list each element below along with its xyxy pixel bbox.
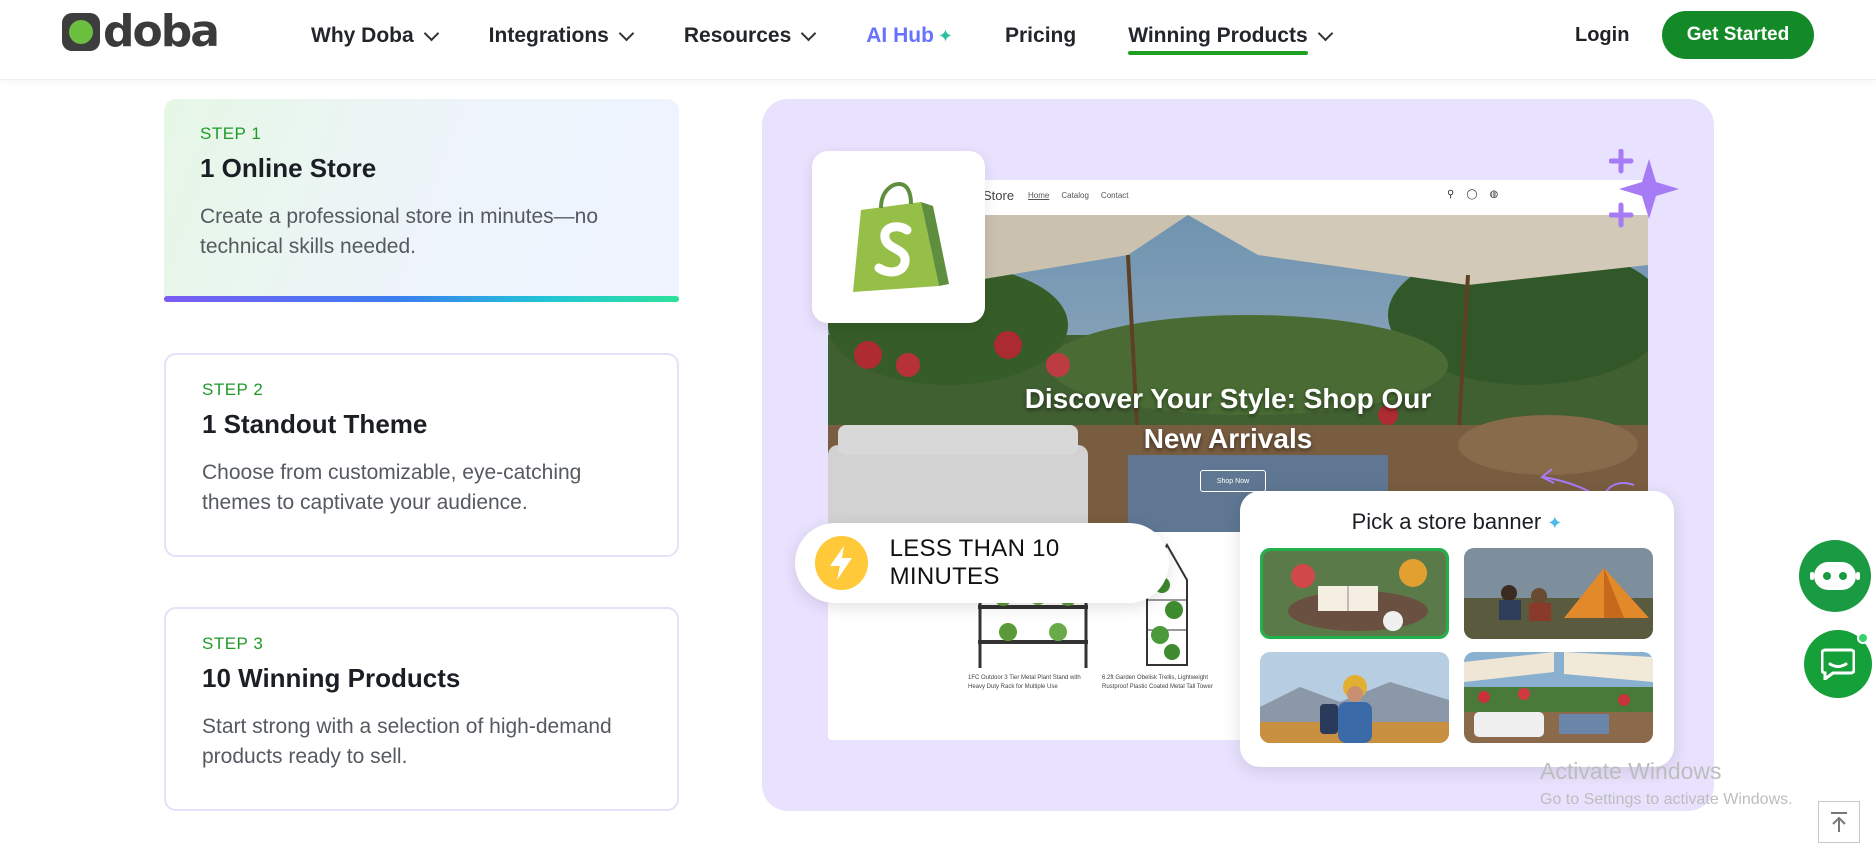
site-header: doba Why Doba Integrations Resources AI … xyxy=(0,0,1876,80)
banner-option-hiker[interactable] xyxy=(1260,652,1449,743)
shopify-logo-tile xyxy=(812,151,985,323)
step-description: Create a professional store in minutes—n… xyxy=(200,205,599,258)
chevron-down-icon xyxy=(1317,25,1333,41)
time-estimate-pill: LESS THAN 10 MINUTES xyxy=(795,523,1169,603)
logo-text: doba xyxy=(103,6,220,57)
arrow-up-icon xyxy=(1831,812,1847,832)
sparkle-icon xyxy=(1609,149,1679,228)
chevron-down-icon xyxy=(618,25,635,41)
back-to-top-button[interactable] xyxy=(1818,801,1860,843)
product-caption: 1FC Outdoor 3 Tier Metal Plant Stand wit… xyxy=(968,675,1081,690)
step-label: STEP 1 xyxy=(200,124,262,143)
shop-now-button: Shop Now xyxy=(1200,470,1266,492)
nav-why-doba[interactable]: Why Doba xyxy=(311,24,439,48)
robot-icon xyxy=(1810,562,1860,590)
nav-pricing[interactable]: Pricing xyxy=(1005,24,1076,48)
step-label: STEP 3 xyxy=(202,634,264,653)
step-card-2[interactable]: STEP 2 1 Standout Theme Choose from cust… xyxy=(164,353,679,557)
nav-pricing-label: Pricing xyxy=(1005,24,1077,47)
nav-integrations-label: Integrations xyxy=(488,24,609,47)
nav-integrations[interactable]: Integrations xyxy=(488,24,635,48)
ai-assistant-button[interactable] xyxy=(1799,540,1871,612)
banner-picker-title: Pick a store banner ✦ xyxy=(1240,509,1674,535)
step-card-1[interactable]: STEP 1 1 Online Store Create a professio… xyxy=(164,99,679,302)
search-icon: ⚲ xyxy=(1447,189,1455,200)
nav-ai-hub-label: AI Hub xyxy=(866,24,934,47)
step-title: 10 Winning Products xyxy=(202,663,461,693)
mock-nav-home: Home xyxy=(1028,191,1050,200)
step-card-3[interactable]: STEP 3 10 Winning Products Start strong … xyxy=(164,607,679,811)
active-nav-underline xyxy=(1128,51,1309,55)
login-link[interactable]: Login xyxy=(1575,24,1629,47)
main-nav: Why Doba Integrations Resources AI Hub ✦ … xyxy=(311,22,1383,55)
step-description: Choose from customizable, eye-catching t… xyxy=(202,461,582,514)
banner-picker-card: Pick a store banner ✦ xyxy=(1240,491,1674,767)
chat-icon xyxy=(1821,648,1855,680)
product-caption: 6.2ft Garden Obelisk Trellis, Lightweigh… xyxy=(1102,675,1213,690)
banner-option-patio[interactable] xyxy=(1464,652,1653,743)
time-estimate-text: LESS THAN 10 MINUTES xyxy=(889,535,1060,590)
doba-logo-mark-icon xyxy=(62,13,100,51)
doba-logo[interactable]: doba xyxy=(62,6,220,57)
store-builder-showcase: Store Home Catalog Contact ⚲ ◯ ◍ Discove… xyxy=(762,99,1714,811)
sparkle-icon: ✦ xyxy=(1547,513,1563,533)
sparkle-icon: ✦ xyxy=(937,25,953,46)
mock-store-name: Store xyxy=(983,188,1015,203)
get-started-button[interactable]: Get Started xyxy=(1662,11,1814,59)
step-title: 1 Standout Theme xyxy=(202,409,428,439)
watermark-line-2: Go to Settings to activate Windows. xyxy=(1540,791,1793,808)
banner-option-camping[interactable] xyxy=(1464,548,1653,639)
watermark-line-1: Activate Windows xyxy=(1540,758,1722,784)
online-status-dot xyxy=(1857,632,1869,644)
active-step-progress-bar xyxy=(164,296,679,302)
nav-resources-label: Resources xyxy=(683,24,792,47)
mock-nav-icons: ⚲ ◯ ◍ xyxy=(1447,189,1510,200)
cart-icon: ◍ xyxy=(1489,189,1499,200)
lightning-bolt-icon xyxy=(815,536,868,590)
nav-resources[interactable]: Resources xyxy=(683,24,817,48)
mock-nav-links: Home Catalog Contact xyxy=(1028,191,1141,200)
banner-option-reading-garden[interactable] xyxy=(1260,548,1449,639)
nav-winning-products[interactable]: Winning Products xyxy=(1128,24,1333,55)
chevron-down-icon xyxy=(423,25,439,41)
hero-title: Discover Your Style: Shop Our New Arriva… xyxy=(1024,383,1432,454)
mock-nav-catalog: Catalog xyxy=(1061,191,1089,200)
nav-winning-products-label: Winning Products xyxy=(1128,24,1308,47)
user-icon: ◯ xyxy=(1466,189,1478,200)
chevron-down-icon xyxy=(800,25,817,41)
activate-windows-watermark: Activate Windows Go to Settings to activ… xyxy=(1540,758,1793,809)
nav-ai-hub[interactable]: AI Hub ✦ xyxy=(866,24,953,48)
nav-why-doba-label: Why Doba xyxy=(311,24,414,47)
step-title: 1 Online Store xyxy=(200,153,377,183)
mock-nav-contact: Contact xyxy=(1100,191,1129,200)
banner-picker-title-text: Pick a store banner xyxy=(1351,509,1542,534)
step-description: Start strong with a selection of high-de… xyxy=(202,715,612,768)
step-label: STEP 2 xyxy=(202,380,264,399)
shopify-bag-icon xyxy=(852,181,949,292)
